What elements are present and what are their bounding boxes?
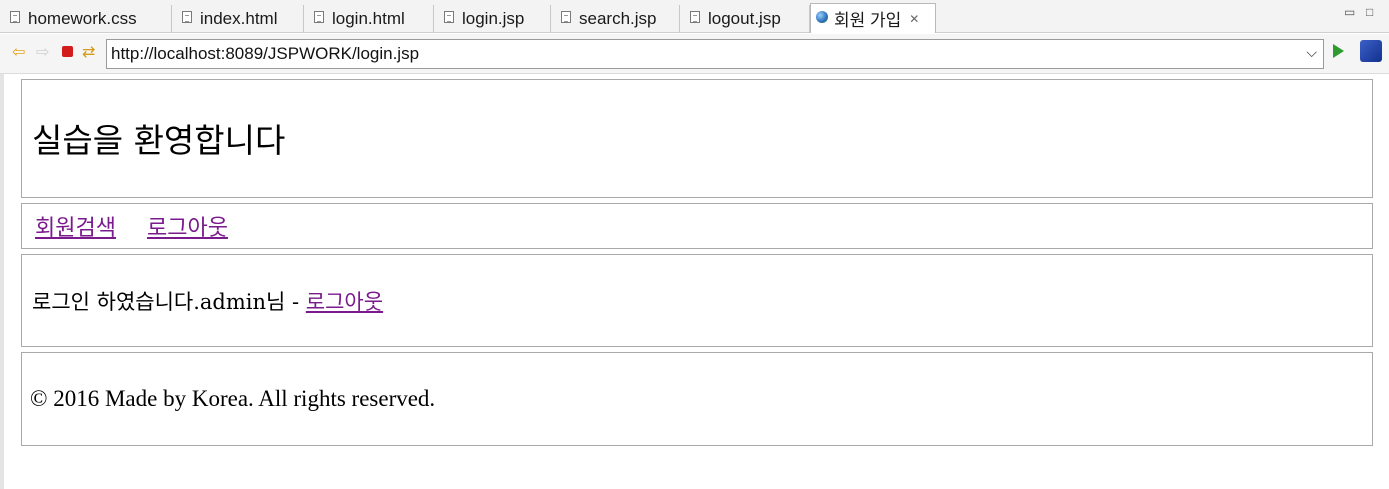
page-menu: 회원검색 로그아웃	[21, 203, 1373, 249]
tab-label: login.jsp	[462, 9, 525, 28]
document-icon	[444, 11, 454, 23]
page-title: 실습을 환영합니다	[32, 121, 286, 160]
chevron-down-icon[interactable]: ⌵	[1306, 44, 1317, 61]
tab-homework-css[interactable]: homework.css	[0, 5, 172, 33]
maximize-icon[interactable]: □	[1366, 5, 1373, 19]
footer-text: © 2016 Made by Korea. All rights reserve…	[30, 386, 436, 411]
tab-label: homework.css	[28, 9, 137, 28]
external-browser-icon[interactable]	[1360, 40, 1382, 62]
stop-icon[interactable]	[62, 46, 73, 57]
tab-label: logout.jsp	[708, 9, 781, 28]
document-icon	[690, 11, 700, 23]
refresh-icon[interactable]: ⇄	[82, 43, 95, 63]
close-icon[interactable]: ✕	[909, 12, 919, 26]
back-icon[interactable]: ⇦	[12, 43, 25, 63]
url-input[interactable]: http://localhost:8089/JSPWORK/login.jsp …	[106, 39, 1324, 69]
tab-login-jsp[interactable]: login.jsp	[434, 5, 551, 33]
tab-search-jsp[interactable]: search.jsp	[551, 5, 680, 33]
tab-label: login.html	[332, 9, 405, 28]
url-text: http://localhost:8089/JSPWORK/login.jsp	[111, 44, 420, 63]
tab-label: search.jsp	[579, 9, 657, 28]
content-logout-link[interactable]: 로그아웃	[306, 290, 383, 314]
login-message: 로그인 하였습니다.admin님 -	[32, 290, 306, 314]
document-icon	[10, 11, 20, 23]
editor-tab-bar: homework.css index.html login.html login…	[0, 0, 1389, 33]
page-footer: © 2016 Made by Korea. All rights reserve…	[21, 352, 1373, 446]
member-search-link[interactable]: 회원검색	[35, 210, 116, 242]
document-icon	[314, 11, 324, 23]
page-header: 실습을 환영합니다	[21, 79, 1373, 198]
minimize-icon[interactable]: ▭	[1344, 5, 1355, 19]
tab-label: 회원 가입	[834, 11, 902, 30]
tab-index-html[interactable]: index.html	[172, 5, 304, 33]
logout-link[interactable]: 로그아웃	[147, 210, 228, 242]
forward-icon[interactable]: ⇨	[36, 43, 49, 63]
tab-signup-browser[interactable]: 회원 가입 ✕	[810, 3, 936, 33]
login-status: 로그인 하였습니다.admin님 - 로그아웃	[32, 286, 383, 316]
tab-label: index.html	[200, 9, 278, 28]
page-content: 로그인 하였습니다.admin님 - 로그아웃	[21, 254, 1373, 347]
browser-toolbar: ⇦ ⇨ ⇄ http://localhost:8089/JSPWORK/logi…	[0, 34, 1389, 74]
tab-logout-jsp[interactable]: logout.jsp	[680, 5, 810, 33]
document-icon	[561, 11, 571, 23]
document-icon	[182, 11, 192, 23]
tab-login-html[interactable]: login.html	[304, 5, 434, 33]
go-icon[interactable]	[1333, 44, 1344, 58]
globe-icon	[816, 10, 828, 23]
